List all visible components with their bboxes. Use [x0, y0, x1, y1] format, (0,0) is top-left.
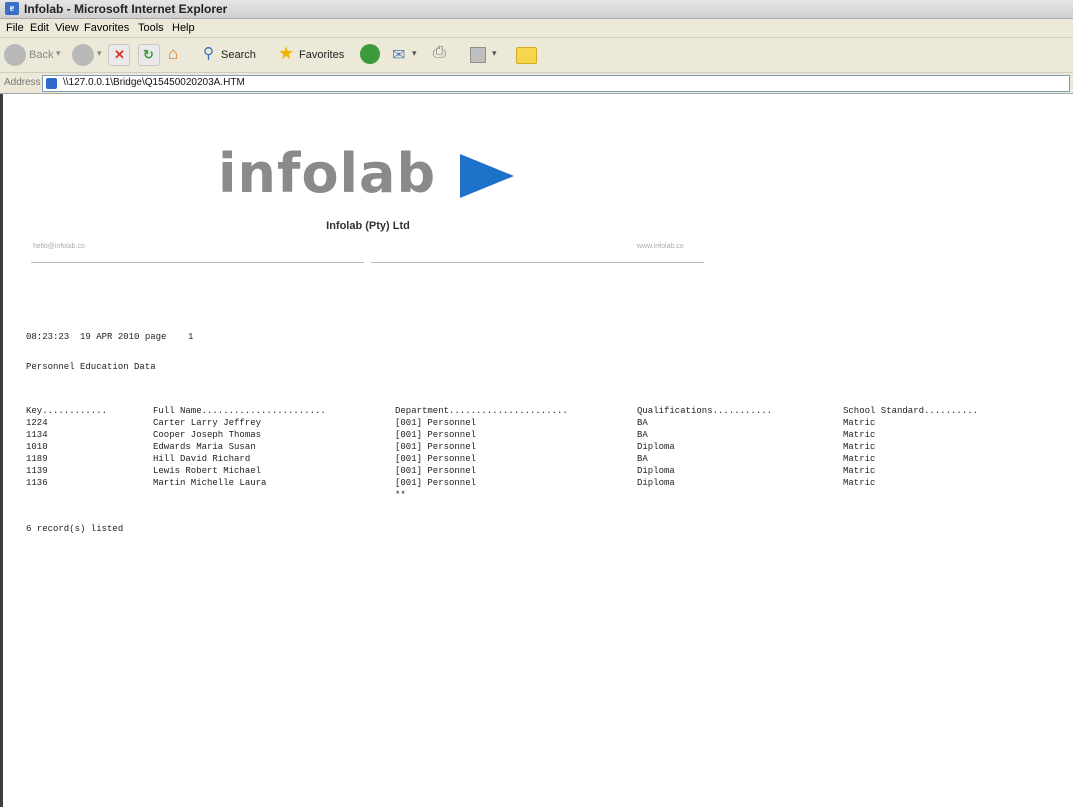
cell-full-name: Martin Michelle Laura: [153, 478, 267, 488]
address-bar: Address \\127.0.0.1\Bridge\Q15450020203A…: [0, 73, 1073, 94]
browser-window: e Infolab - Microsoft Internet Explorer …: [0, 0, 1073, 807]
window-title: Infolab - Microsoft Internet Explorer: [24, 2, 228, 16]
back-label: Back: [29, 49, 54, 61]
cell-school-standard: Matric: [843, 442, 876, 452]
header-divider-left: [31, 262, 364, 263]
menu-file[interactable]: File: [6, 21, 24, 35]
back-arrow-icon: [4, 44, 26, 66]
cell-key: 1010: [26, 442, 48, 452]
title-bar: e Infolab - Microsoft Internet Explorer: [0, 0, 1073, 19]
favorites-label: Favorites: [299, 49, 345, 61]
cell-school-standard: Matric: [843, 466, 876, 476]
cell-school-standard: Matric: [843, 454, 876, 464]
header-divider-right: [371, 262, 704, 263]
cell-full-name: Lewis Robert Michael: [153, 466, 262, 476]
mail-button[interactable]: ✉ ▾: [392, 44, 426, 66]
report-timestamp: 08:23:23 19 APR 2010 page 1: [26, 332, 194, 342]
history-button[interactable]: [360, 44, 382, 66]
column-header-qualifications: Qualifications...........: [637, 406, 773, 416]
cell-school-standard: Matric: [843, 430, 876, 440]
search-icon: ⚲: [203, 45, 214, 62]
forward-arrow-icon: [72, 44, 94, 66]
record-count: 6 record(s) listed: [26, 524, 124, 534]
edit-button[interactable]: ▾: [470, 44, 506, 66]
folder-icon: [516, 47, 537, 64]
cell-school-standard: Matric: [843, 478, 876, 488]
refresh-icon: ↻: [143, 47, 154, 62]
menu-bar: File Edit View Favorites Tools Help: [0, 19, 1073, 38]
forward-button[interactable]: ▾: [72, 44, 106, 66]
cell-full-name: Cooper Joseph Thomas: [153, 430, 262, 440]
address-input[interactable]: \\127.0.0.1\Bridge\Q15450020203A.HTM: [42, 75, 1070, 92]
messenger-button[interactable]: [516, 44, 538, 66]
cell-qualification: BA: [637, 454, 648, 464]
history-icon: [360, 44, 380, 64]
page-icon: [46, 78, 57, 89]
ie-app-icon: e: [5, 2, 19, 15]
chevron-down-icon: ▾: [97, 48, 102, 58]
cell-department: [001] Personnel: [395, 418, 477, 428]
cell-full-name: Hill David Richard: [153, 454, 251, 464]
home-icon: ⌂: [168, 44, 179, 63]
cell-department: [001] Personnel: [395, 466, 477, 476]
search-label: Search: [221, 49, 256, 61]
page-content: infolab Infolab (Pty) Ltd hello@infolab.…: [0, 94, 1073, 807]
contact-right: www.infolab.co: [637, 243, 684, 250]
standard-toolbar: Back ▾ ▾ ✕ ↻ ⌂ ⚲ Search ★ Favorites ✉ ▾: [0, 38, 1073, 73]
cell-department: [001] Personnel: [395, 454, 477, 464]
cell-department: [001] Personnel: [395, 430, 477, 440]
column-header-department: Department......................: [395, 406, 568, 416]
cell-qualification: Diploma: [637, 466, 675, 476]
back-button[interactable]: Back ▾: [4, 44, 66, 66]
contact-left: hello@infolab.co: [33, 243, 85, 250]
department-total-marker: **: [395, 490, 406, 500]
column-header-school-standard: School Standard..........: [843, 406, 979, 416]
address-label: Address: [4, 77, 41, 88]
menu-view[interactable]: View: [55, 21, 79, 35]
mail-icon: ✉: [392, 47, 406, 64]
home-button[interactable]: ⌂: [166, 44, 188, 66]
column-header-full-name: Full Name.......................: [153, 406, 326, 416]
menu-favorites[interactable]: Favorites: [84, 21, 129, 35]
chevron-down-icon: ▾: [492, 48, 497, 58]
cell-qualification: Diploma: [637, 442, 675, 452]
cell-key: 1189: [26, 454, 48, 464]
favorites-button[interactable]: ★ Favorites: [278, 43, 350, 66]
chevron-down-icon: ▾: [412, 48, 417, 58]
chevron-down-icon: ▾: [56, 48, 61, 58]
cell-key: 1136: [26, 478, 48, 488]
cell-department: [001] Personnel: [395, 478, 477, 488]
refresh-button[interactable]: ↻: [138, 44, 160, 66]
stop-icon: ✕: [114, 47, 125, 62]
menu-tools[interactable]: Tools: [138, 21, 164, 35]
search-button[interactable]: ⚲ Search: [203, 44, 261, 66]
cell-department: [001] Personnel: [395, 442, 477, 452]
report-title: Personnel Education Data: [26, 362, 156, 372]
stop-button[interactable]: ✕: [108, 44, 130, 66]
star-icon: ★: [278, 43, 295, 63]
cell-full-name: Carter Larry Jeffrey: [153, 418, 262, 428]
arrow-icon: [460, 154, 514, 198]
print-button[interactable]: ⎙: [432, 44, 454, 66]
cell-key: 1224: [26, 418, 48, 428]
menu-edit[interactable]: Edit: [30, 21, 49, 35]
cell-key: 1134: [26, 430, 48, 440]
menu-help[interactable]: Help: [172, 21, 195, 35]
company-name: Infolab (Pty) Ltd: [326, 220, 410, 232]
cell-key: 1139: [26, 466, 48, 476]
printer-icon: ⎙: [433, 44, 446, 61]
edit-icon: [470, 47, 486, 63]
cell-qualification: BA: [637, 430, 648, 440]
column-header-key: Key............: [26, 406, 108, 416]
cell-qualification: BA: [637, 418, 648, 428]
cell-qualification: Diploma: [637, 478, 675, 488]
cell-full-name: Edwards Maria Susan: [153, 442, 256, 452]
cell-school-standard: Matric: [843, 418, 876, 428]
logo-text: infolab: [218, 142, 437, 205]
address-value: \\127.0.0.1\Bridge\Q15450020203A.HTM: [63, 77, 245, 88]
